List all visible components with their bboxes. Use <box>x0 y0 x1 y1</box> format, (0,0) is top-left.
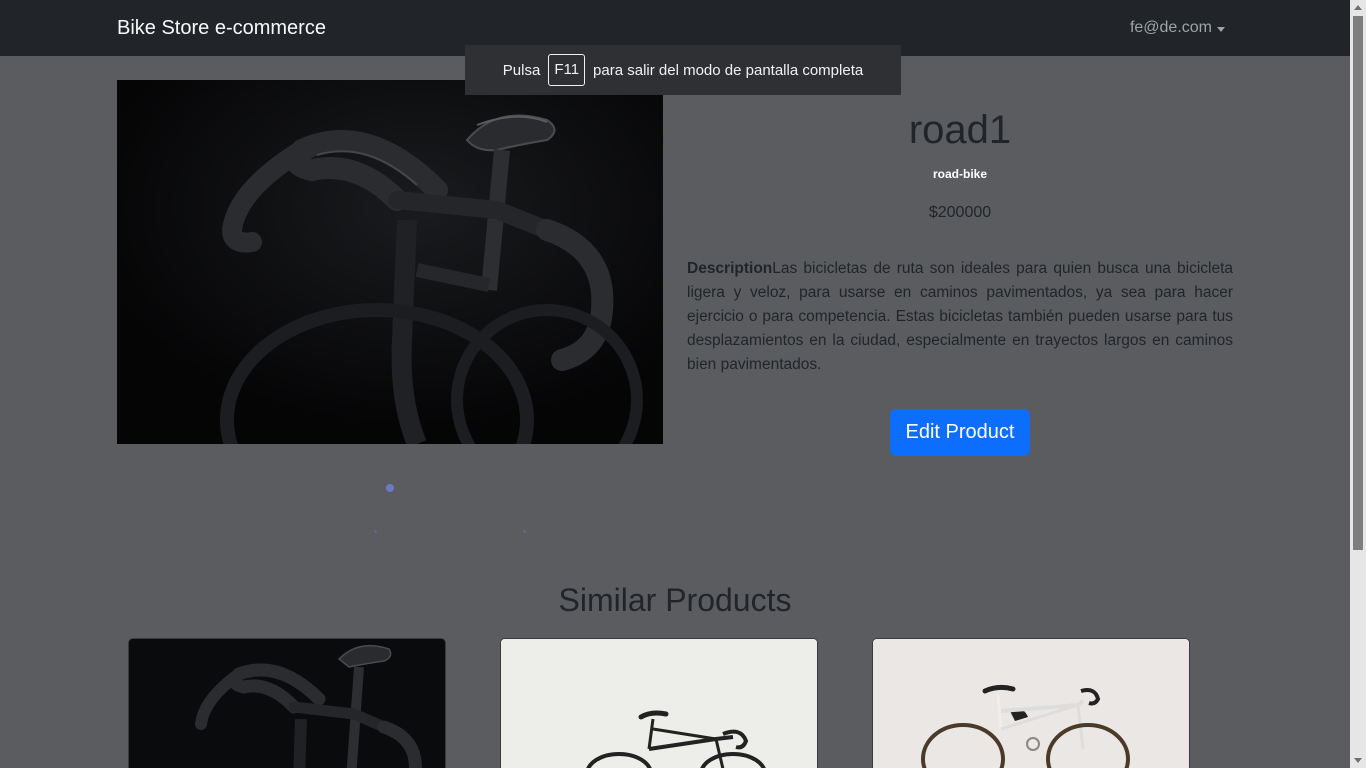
similar-product-card[interactable] <box>128 638 446 768</box>
carousel-prev-icon[interactable] <box>374 530 377 533</box>
product-category: road-bike <box>932 167 987 181</box>
description-label: Description <box>687 260 773 277</box>
scroll-thumb[interactable] <box>1353 16 1363 550</box>
similar-product-card[interactable] <box>500 638 818 768</box>
road-bike-photo <box>117 80 663 444</box>
product-card-image <box>873 639 1189 768</box>
scroll-down-icon[interactable] <box>1354 758 1362 763</box>
carousel-indicator[interactable] <box>386 484 394 492</box>
fullscreen-key: F11 <box>548 54 586 86</box>
product-price: $200000 <box>928 204 992 221</box>
user-email: fe@de.com <box>1129 19 1212 36</box>
scroll-up-icon[interactable] <box>1354 5 1362 10</box>
page-scrollbar[interactable] <box>1350 0 1366 768</box>
navbar-brand[interactable]: Bike Store e-commerce <box>117 16 326 40</box>
carousel-next-icon[interactable] <box>523 530 526 533</box>
product-image <box>117 80 663 444</box>
similar-products-title: Similar Products <box>558 582 792 618</box>
product-card-image <box>501 639 817 768</box>
fullscreen-notice-suffix: para salir del modo de pantalla completa <box>593 61 864 79</box>
fullscreen-notice-prefix: Pulsa <box>502 61 541 79</box>
product-name: road1 <box>908 108 1012 152</box>
caret-down-icon <box>1217 26 1225 32</box>
product-card-image <box>129 639 445 768</box>
product-description: DescriptionLas bicicletas de ruta son id… <box>687 257 1233 377</box>
user-dropdown[interactable]: fe@de.com <box>1130 18 1225 38</box>
edit-product-button[interactable]: Edit Product <box>890 409 1030 456</box>
fullscreen-notice: Pulsa F11 para salir del modo de pantall… <box>465 45 901 95</box>
similar-product-card[interactable] <box>872 638 1190 768</box>
